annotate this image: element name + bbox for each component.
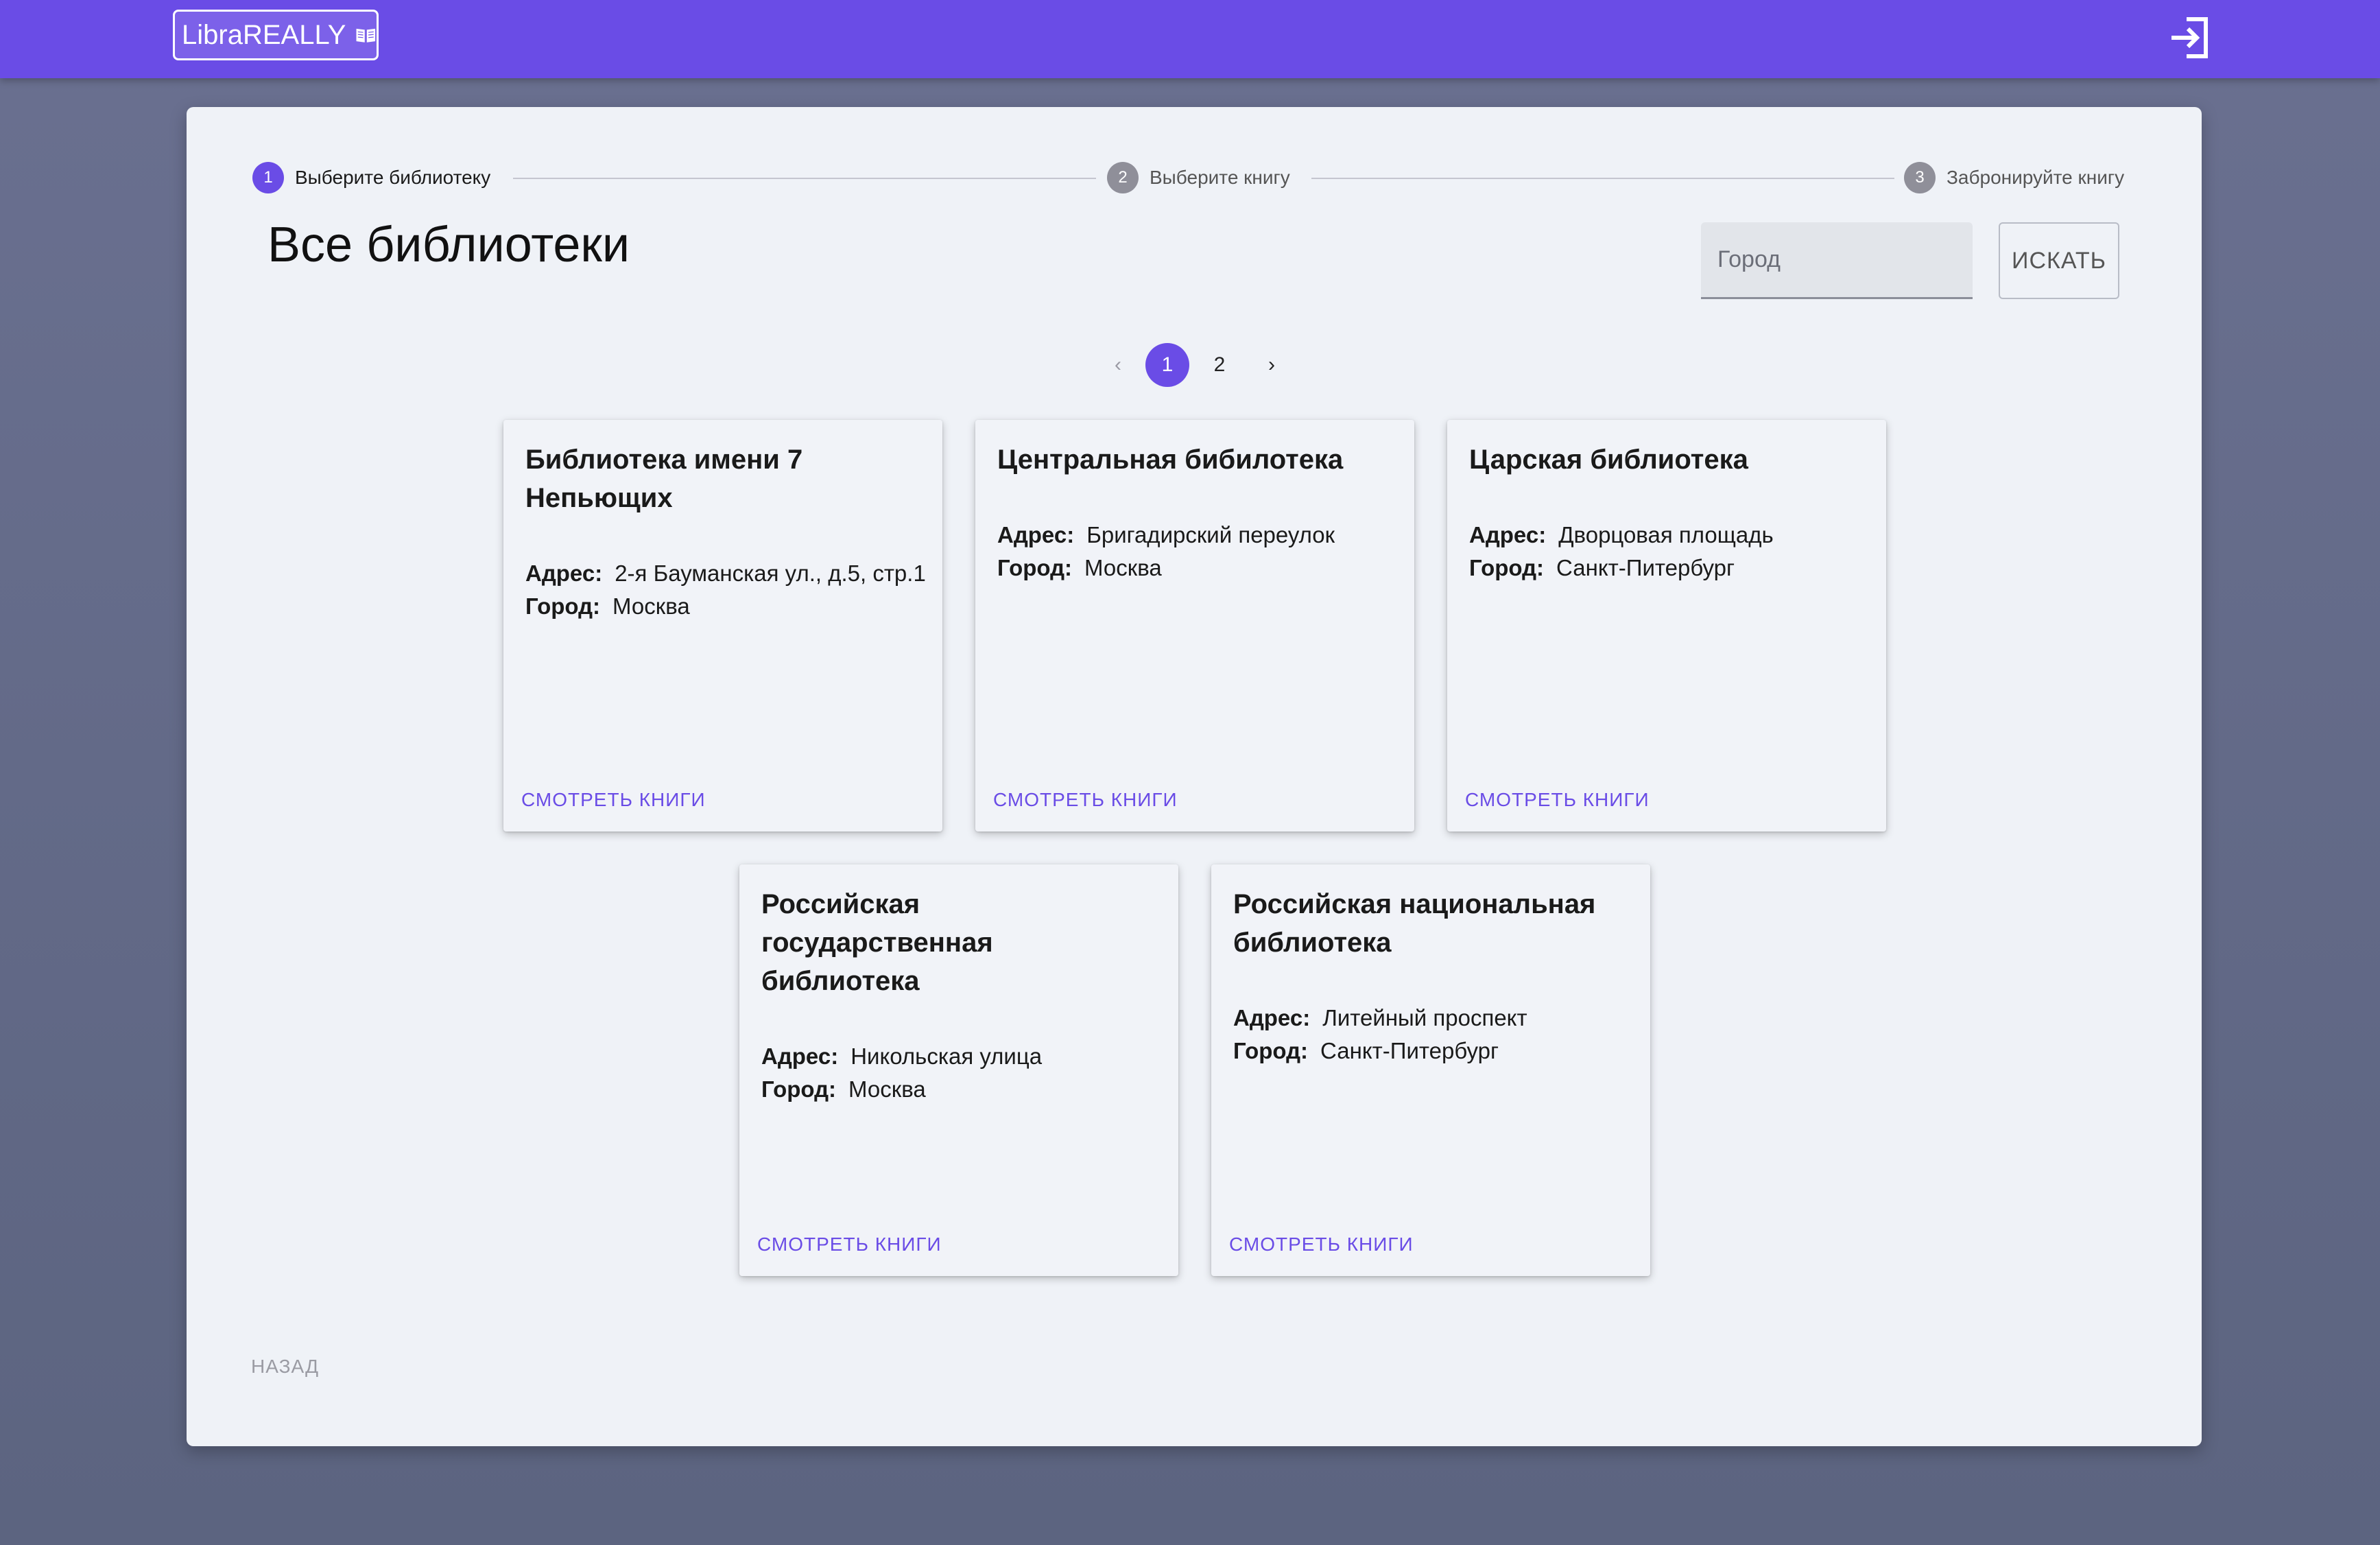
view-books-button[interactable]: СМОТРЕТЬ КНИГИ — [521, 789, 706, 811]
page-title: Все библиотеки — [267, 217, 630, 272]
library-city: Город: Москва — [997, 552, 1162, 585]
library-address: Адрес: Никольская улица — [761, 1040, 1042, 1073]
pagination-page-2[interactable]: 2 — [1198, 343, 1241, 387]
logo-text: LibraREALLY — [182, 19, 346, 50]
library-address: Адрес: 2-я Бауманская ул., д.5, стр.1 — [525, 557, 926, 590]
library-address: Адрес: Литейный проспект — [1233, 1002, 1527, 1035]
pagination-prev-icon[interactable]: ‹ — [1096, 343, 1140, 387]
step-label: Забронируйте книгу — [1947, 167, 2125, 188]
library-address: Адрес: Дворцовая площадь — [1469, 519, 1774, 552]
main-panel: 1 Выберите библиотеку 2 Выберите книгу 3… — [187, 107, 2202, 1446]
city-label: Город: — [525, 593, 601, 619]
library-name: Царская библиотека — [1469, 445, 1748, 475]
step-connector — [513, 178, 1096, 179]
library-card: Российская государственная библиотека Ад… — [739, 864, 1178, 1276]
address-label: Адрес: — [525, 561, 603, 586]
address-value: Дворцовая площадь — [1558, 522, 1774, 547]
pagination-next-icon[interactable]: › — [1250, 343, 1294, 387]
library-name: Центральная бибилотека — [997, 445, 1344, 475]
city-value: Москва — [612, 593, 690, 619]
view-books-button[interactable]: СМОТРЕТЬ КНИГИ — [993, 789, 1178, 811]
search-button[interactable]: ИСКАТЬ — [1999, 222, 2119, 299]
library-name: Российская национальная библиотека — [1233, 889, 1596, 958]
city-value: Москва — [1084, 555, 1162, 580]
address-value: Никольская улица — [850, 1043, 1043, 1069]
address-value: 2-я Бауманская ул., д.5, стр.1 — [615, 561, 926, 586]
library-card: Центральная бибилотека Адрес: Бригадирски… — [975, 420, 1414, 832]
pagination-page-1[interactable]: 1 — [1145, 343, 1189, 387]
step-select-book: 2 Выберите книгу — [1107, 162, 1290, 193]
city-label: Город: — [1233, 1038, 1309, 1063]
step-number: 3 — [1904, 162, 1936, 193]
city-value: Санкт-Питербург — [1556, 555, 1735, 580]
view-books-button[interactable]: СМОТРЕТЬ КНИГИ — [1465, 789, 1650, 811]
step-connector — [1311, 178, 1894, 179]
step-number: 1 — [252, 162, 284, 193]
city-label: Город: — [761, 1076, 837, 1102]
city-label: Город: — [997, 555, 1073, 580]
address-label: Адрес: — [1469, 522, 1547, 547]
library-card: Царская библиотека Адрес: Дворцовая площа… — [1447, 420, 1886, 832]
library-city: Город: Москва — [525, 590, 690, 623]
logo-button[interactable]: LibraREALLY — [173, 10, 379, 60]
city-label: Город: — [1469, 555, 1545, 580]
address-label: Адрес: — [761, 1043, 839, 1069]
city-value: Москва — [848, 1076, 926, 1102]
library-card: Российская национальная библиотека Адрес… — [1211, 864, 1650, 1276]
library-address: Адрес: Бригадирский переулок — [997, 519, 1335, 552]
view-books-button[interactable]: СМОТРЕТЬ КНИГИ — [1229, 1234, 1414, 1255]
book-open-icon — [356, 28, 376, 43]
library-city: Город: Санкт-Питербург — [1469, 552, 1735, 585]
city-value: Санкт-Питербург — [1320, 1038, 1499, 1063]
library-card: Библиотека имени 7 Непьющих Адрес: 2-я Ба… — [503, 420, 942, 832]
back-button[interactable]: НАЗАД — [251, 1356, 319, 1378]
step-label: Выберите библиотеку — [295, 167, 491, 188]
step-reserve-book: 3 Забронируйте книгу — [1904, 162, 2124, 193]
library-city: Город: Санкт-Питербург — [1233, 1035, 1499, 1068]
city-search-input[interactable] — [1701, 222, 1973, 299]
library-name: Российская государственная библиотека — [761, 889, 993, 996]
app-bar: LibraREALLY — [0, 0, 2380, 78]
address-label: Адрес: — [997, 522, 1075, 547]
login-icon[interactable] — [2166, 14, 2214, 62]
step-label: Выберите книгу — [1150, 167, 1290, 188]
step-number: 2 — [1107, 162, 1139, 193]
address-value: Литейный проспект — [1322, 1005, 1527, 1030]
library-city: Город: Москва — [761, 1073, 926, 1106]
library-name: Библиотека имени 7 Непьющих — [525, 445, 803, 513]
address-label: Адрес: — [1233, 1005, 1311, 1030]
address-value: Бригадирский переулок — [1086, 522, 1335, 547]
view-books-button[interactable]: СМОТРЕТЬ КНИГИ — [757, 1234, 942, 1255]
step-select-library: 1 Выберите библиотеку — [252, 162, 490, 193]
